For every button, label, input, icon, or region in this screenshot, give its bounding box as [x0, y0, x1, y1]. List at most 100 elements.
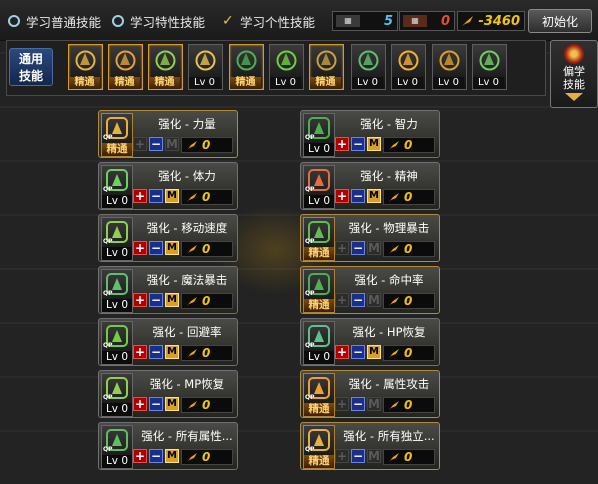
max-button[interactable]: M [367, 137, 381, 151]
tab-normal-skills[interactable]: 学习普通技能 [8, 11, 101, 31]
increase-button[interactable]: + [133, 241, 147, 255]
skill-icon-armor-glyph [439, 50, 460, 71]
skill-icon[interactable]: QP 精通 [303, 269, 335, 313]
increase-button[interactable]: + [133, 137, 147, 151]
decrease-button[interactable]: − [351, 449, 365, 463]
skill-icon-target[interactable]: 精通 [229, 44, 264, 90]
point-cost: 0 [383, 293, 435, 309]
increase-button[interactable]: + [335, 449, 349, 463]
skill-icon[interactable]: QP Lv 0 [101, 425, 133, 469]
skill-icon-crosshair-glyph [276, 50, 297, 71]
skill-name: 强化 - 精神 [360, 169, 418, 183]
skill-icon[interactable]: QP Lv 0 [101, 321, 133, 365]
increase-button[interactable]: + [133, 449, 147, 463]
decrease-button[interactable]: − [149, 449, 163, 463]
decrease-button[interactable]: − [149, 293, 163, 307]
max-button[interactable]: M [165, 397, 179, 411]
max-button[interactable]: M [165, 241, 179, 255]
max-button[interactable]: M [367, 293, 381, 307]
increase-button[interactable]: + [133, 293, 147, 307]
max-button[interactable]: M [367, 449, 381, 463]
skill-icon[interactable]: QP Lv 0 [303, 113, 335, 157]
skill-icon[interactable]: QP 精通 [303, 373, 335, 417]
skill-icon-eye[interactable]: Lv 0 [391, 44, 426, 90]
point-value: 0 [404, 294, 413, 308]
decrease-button[interactable]: − [351, 397, 365, 411]
skill-icon[interactable]: QP 精通 [303, 425, 335, 469]
skill-icon-power-glyph [75, 50, 96, 71]
point-value: 0 [202, 138, 211, 152]
max-button[interactable]: M [165, 189, 179, 203]
max-button[interactable]: M [165, 345, 179, 359]
feather-icon [187, 348, 197, 358]
feather-icon [389, 244, 399, 254]
skill-icon-stamina[interactable]: 精通 [108, 44, 143, 90]
decrease-button[interactable]: − [351, 137, 365, 151]
skill-icon-power[interactable]: 精通 [68, 44, 103, 90]
initialize-button[interactable]: 初始化 [528, 9, 592, 33]
max-button[interactable]: M [165, 293, 179, 307]
skill-name: 强化 - 移动速度 [146, 221, 228, 235]
skill-level-label: 精通 [102, 143, 132, 156]
increase-button[interactable]: + [335, 345, 349, 359]
skill-icon-crosshair[interactable]: Lv 0 [269, 44, 304, 90]
decrease-button[interactable]: − [149, 345, 163, 359]
skill-level-label: Lv 0 [102, 351, 132, 364]
skill-icon-wings[interactable]: Lv 0 [188, 44, 223, 90]
skill-icon[interactable]: QP Lv 0 [101, 269, 133, 313]
qp-badge-icon: QP [103, 342, 113, 349]
increase-button[interactable]: + [133, 189, 147, 203]
decrease-button[interactable]: − [351, 189, 365, 203]
skill-icon[interactable]: QP Lv 0 [303, 321, 335, 365]
max-button[interactable]: M [367, 345, 381, 359]
skill-icon-speed[interactable]: 精通 [148, 44, 183, 90]
increase-button[interactable]: + [335, 137, 349, 151]
chevron-down-icon[interactable] [565, 93, 583, 101]
skill-card: QP Lv 0 强化 - 移动速度 + − M 0 [98, 214, 238, 262]
decrease-button[interactable]: − [149, 397, 163, 411]
tab-special-skills[interactable]: 学习特性技能 [112, 11, 205, 31]
point-value: 0 [202, 398, 211, 412]
increase-button[interactable]: + [133, 345, 147, 359]
decrease-button[interactable]: − [351, 345, 365, 359]
radio-icon[interactable] [112, 15, 124, 27]
skill-name: 强化 - 体力 [158, 169, 216, 183]
increase-button[interactable]: + [335, 241, 349, 255]
feather-icon [389, 348, 399, 358]
increase-button[interactable]: + [335, 293, 349, 307]
decrease-button[interactable]: − [149, 137, 163, 151]
skill-icon[interactable]: QP Lv 0 [101, 217, 133, 261]
qp-badge-icon: QP [103, 238, 113, 245]
tab-normal-label: 学习普通技能 [26, 14, 102, 30]
decrease-button[interactable]: − [149, 241, 163, 255]
checkmark-icon[interactable]: ✓ [222, 14, 236, 28]
skill-icon-armor[interactable]: Lv 0 [432, 44, 467, 90]
increase-button[interactable]: + [133, 397, 147, 411]
decrease-button[interactable]: − [149, 189, 163, 203]
skill-icon-heal[interactable]: Lv 0 [351, 44, 386, 90]
skill-name: 强化 - 属性攻击 [348, 377, 430, 391]
skill-level-label: 精通 [304, 299, 334, 312]
skill-icon[interactable]: QP Lv 0 [101, 373, 133, 417]
skill-icon-spirit[interactable]: Lv 0 [472, 44, 507, 90]
skill-name: 强化 - MP恢复 [149, 377, 225, 391]
increase-button[interactable]: + [335, 397, 349, 411]
decrease-button[interactable]: − [351, 293, 365, 307]
decrease-button[interactable]: − [351, 241, 365, 255]
max-button[interactable]: M [165, 137, 179, 151]
preferred-skills-button[interactable]: 偏学 技能 [550, 40, 598, 108]
radio-icon[interactable] [8, 15, 20, 27]
max-button[interactable]: M [367, 397, 381, 411]
skill-icon[interactable]: QP 精通 [303, 217, 335, 261]
skill-icon[interactable]: QP 精通 [101, 113, 133, 157]
tab-personal-skills[interactable]: ✓ 学习个性技能 [222, 11, 315, 31]
max-button[interactable]: M [367, 189, 381, 203]
skill-name: 强化 - 力量 [158, 117, 216, 131]
max-button[interactable]: M [165, 449, 179, 463]
max-button[interactable]: M [367, 241, 381, 255]
skill-icon[interactable]: QP Lv 0 [101, 165, 133, 209]
skill-icon[interactable]: QP Lv 0 [303, 165, 335, 209]
skill-icon-dodge[interactable]: 精通 [309, 44, 344, 90]
point-cost: 0 [181, 293, 233, 309]
increase-button[interactable]: + [335, 189, 349, 203]
